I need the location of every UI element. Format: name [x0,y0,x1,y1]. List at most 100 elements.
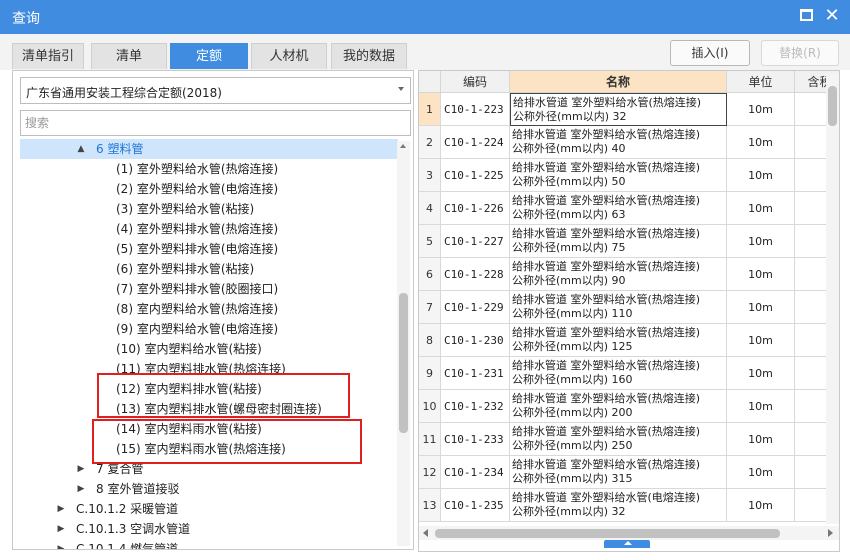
tree-item[interactable]: (4) 室外塑料排水管(热熔连接) [20,219,398,239]
tab-list-guide[interactable]: 清单指引 [12,43,84,69]
table-cell-code[interactable]: C10-1-227 [441,225,510,258]
tab-list[interactable]: 清单 [91,43,167,69]
table-cell-name[interactable]: 给排水管道 室外塑料给水管(热熔连接) 公称外径(mm以内) 75 [510,225,727,258]
scroll-right-icon[interactable] [828,529,833,537]
table-cell-num[interactable]: 1 [419,93,441,126]
table-cell-name[interactable]: 给排水管道 室外塑料给水管(热熔连接) 公称外径(mm以内) 50 [510,159,727,192]
table-cell-num[interactable]: 7 [419,291,441,324]
table-cell-name[interactable]: 给排水管道 室外塑料给水管(热熔连接) 公称外径(mm以内) 125 [510,324,727,357]
table-cell-name[interactable]: 给排水管道 室外塑料给水管(热熔连接) 公称外径(mm以内) 40 [510,126,727,159]
scroll-up-icon[interactable] [400,144,406,148]
table-horizontal-scrollbar[interactable] [419,526,839,540]
table-cell-name[interactable]: 给排水管道 室外塑料给水管(热熔连接) 公称外径(mm以内) 250 [510,423,727,456]
expanded-triangle-icon[interactable]: ▲ [76,139,86,159]
tree-item[interactable]: (9) 室内塑料给水管(电熔连接) [20,319,398,339]
table-cell-unit[interactable]: 10m [727,357,795,390]
tree-item[interactable]: (2) 室外塑料给水管(电熔连接) [20,179,398,199]
table-cell-unit[interactable]: 10m [727,423,795,456]
tree-scrollbar[interactable] [397,141,410,546]
table-cell-num[interactable]: 8 [419,324,441,357]
table-cell-name[interactable]: 给排水管道 室外塑料给水管(热熔连接) 公称外径(mm以内) 90 [510,258,727,291]
search-input[interactable] [20,110,411,136]
collapsed-triangle-icon[interactable]: ▶ [76,479,86,499]
tree-item[interactable]: (6) 室外塑料排水管(粘接) [20,259,398,279]
table-cell-code[interactable]: C10-1-228 [441,258,510,291]
table-cell-num[interactable]: 3 [419,159,441,192]
tree-item[interactable]: ▲ 6 塑料管 [20,139,398,159]
scroll-left-icon[interactable] [423,529,428,537]
table-cell-code[interactable]: C10-1-226 [441,192,510,225]
table-cell-unit[interactable]: 10m [727,489,795,522]
tab-my-data[interactable]: 我的数据 [331,43,407,69]
table-cell-unit[interactable]: 10m [727,159,795,192]
tree-item[interactable]: ▶ C.10.1.2 采暖管道 [20,499,398,519]
table-cell-unit[interactable]: 10m [727,390,795,423]
table-cell-code[interactable]: C10-1-225 [441,159,510,192]
table-cell-num[interactable]: 10 [419,390,441,423]
table-cell-code[interactable]: C10-1-224 [441,126,510,159]
tab-quota[interactable]: 定额 [170,43,248,69]
tree-item[interactable]: (8) 室内塑料给水管(热熔连接) [20,299,398,319]
collapsed-triangle-icon[interactable]: ▶ [56,519,66,539]
table-horizontal-scrollbar-thumb[interactable] [435,529,780,538]
table-cell-name[interactable]: 给排水管道 室外塑料给水管(热熔连接) 公称外径(mm以内) 160 [510,357,727,390]
tree-item[interactable]: (3) 室外塑料给水管(粘接) [20,199,398,219]
maximize-icon[interactable] [800,9,813,21]
table-cell-num[interactable]: 5 [419,225,441,258]
tree-item[interactable]: ▶ 8 室外管道接驳 [20,479,398,499]
replace-button[interactable]: 替换(R) [761,40,839,66]
header-unit[interactable]: 单位 [727,71,795,93]
insert-button[interactable]: 插入(I) [670,40,750,66]
table-cell-code[interactable]: C10-1-231 [441,357,510,390]
tree-item[interactable]: (1) 室外塑料给水管(热熔连接) [20,159,398,179]
table-vertical-scrollbar[interactable] [826,74,839,524]
table-cell-num[interactable]: 9 [419,357,441,390]
header-name[interactable]: 名称 [510,71,727,93]
table-cell-name[interactable]: 给排水管道 室外塑料给水管(热熔连接) 公称外径(mm以内) 63 [510,192,727,225]
table-cell-code[interactable]: C10-1-235 [441,489,510,522]
table-vertical-scrollbar-thumb[interactable] [828,86,837,126]
table-cell-unit[interactable]: 10m [727,192,795,225]
table-cell-num[interactable]: 12 [419,456,441,489]
table-cell-name[interactable]: 给排水管道 室外塑料给水管(热熔连接) 公称外径(mm以内) 315 [510,456,727,489]
tree-item[interactable]: ▶ C.10.1.4 燃气管道 [20,539,398,549]
table-cell-num[interactable]: 2 [419,126,441,159]
header-code[interactable]: 编码 [441,71,510,93]
table-cell-name[interactable]: 给排水管道 室外塑料给水管(热熔连接) 公称外径(mm以内) 200 [510,390,727,423]
chevron-down-icon[interactable] [398,87,404,91]
table-cell-unit[interactable]: 10m [727,258,795,291]
tree-item[interactable]: (10) 室内塑料给水管(粘接) [20,339,398,359]
table-cell-unit[interactable]: 10m [727,456,795,489]
library-select[interactable]: 广东省通用安装工程综合定额(2018) [20,77,411,104]
collapsed-triangle-icon[interactable]: ▶ [56,539,66,549]
header-rownum[interactable] [419,71,441,93]
table-cell-code[interactable]: C10-1-233 [441,423,510,456]
tree-scrollbar-thumb[interactable] [399,293,408,433]
close-icon[interactable]: ✕ [822,4,842,28]
table-cell-code[interactable]: C10-1-230 [441,324,510,357]
table-cell-code[interactable]: C10-1-229 [441,291,510,324]
tree-item[interactable]: (7) 室外塑料排水管(胶圈接口) [20,279,398,299]
table-cell-num[interactable]: 4 [419,192,441,225]
collapse-panel-button[interactable] [604,540,650,548]
table-cell-unit[interactable]: 10m [727,324,795,357]
table-cell-num[interactable]: 6 [419,258,441,291]
table-cell-num[interactable]: 13 [419,489,441,522]
tree-item[interactable]: ▶ C.10.1.3 空调水管道 [20,519,398,539]
table-cell-code[interactable]: C10-1-234 [441,456,510,489]
name-line-1: 给排水管道 室外塑料给水管(热熔连接) [512,326,701,339]
tab-labor-material[interactable]: 人材机 [251,43,327,69]
table-cell-name[interactable]: 给排水管道 室外塑料给水管(热熔连接) 公称外径(mm以内) 110 [510,291,727,324]
table-cell-num[interactable]: 11 [419,423,441,456]
table-cell-unit[interactable]: 10m [727,225,795,258]
tree-item[interactable]: (5) 室外塑料排水管(电熔连接) [20,239,398,259]
table-cell-code[interactable]: C10-1-223 [441,93,510,126]
table-cell-code[interactable]: C10-1-232 [441,390,510,423]
table-cell-unit[interactable]: 10m [727,126,795,159]
collapsed-triangle-icon[interactable]: ▶ [76,459,86,479]
table-cell-name[interactable]: 给排水管道 室外塑料给水管(电熔连接) 公称外径(mm以内) 32 [510,489,727,522]
table-cell-name[interactable]: 给排水管道 室外塑料给水管(热熔连接) 公称外径(mm以内) 32 [510,93,727,126]
table-cell-unit[interactable]: 10m [727,291,795,324]
collapsed-triangle-icon[interactable]: ▶ [56,499,66,519]
table-cell-unit[interactable]: 10m [727,93,795,126]
